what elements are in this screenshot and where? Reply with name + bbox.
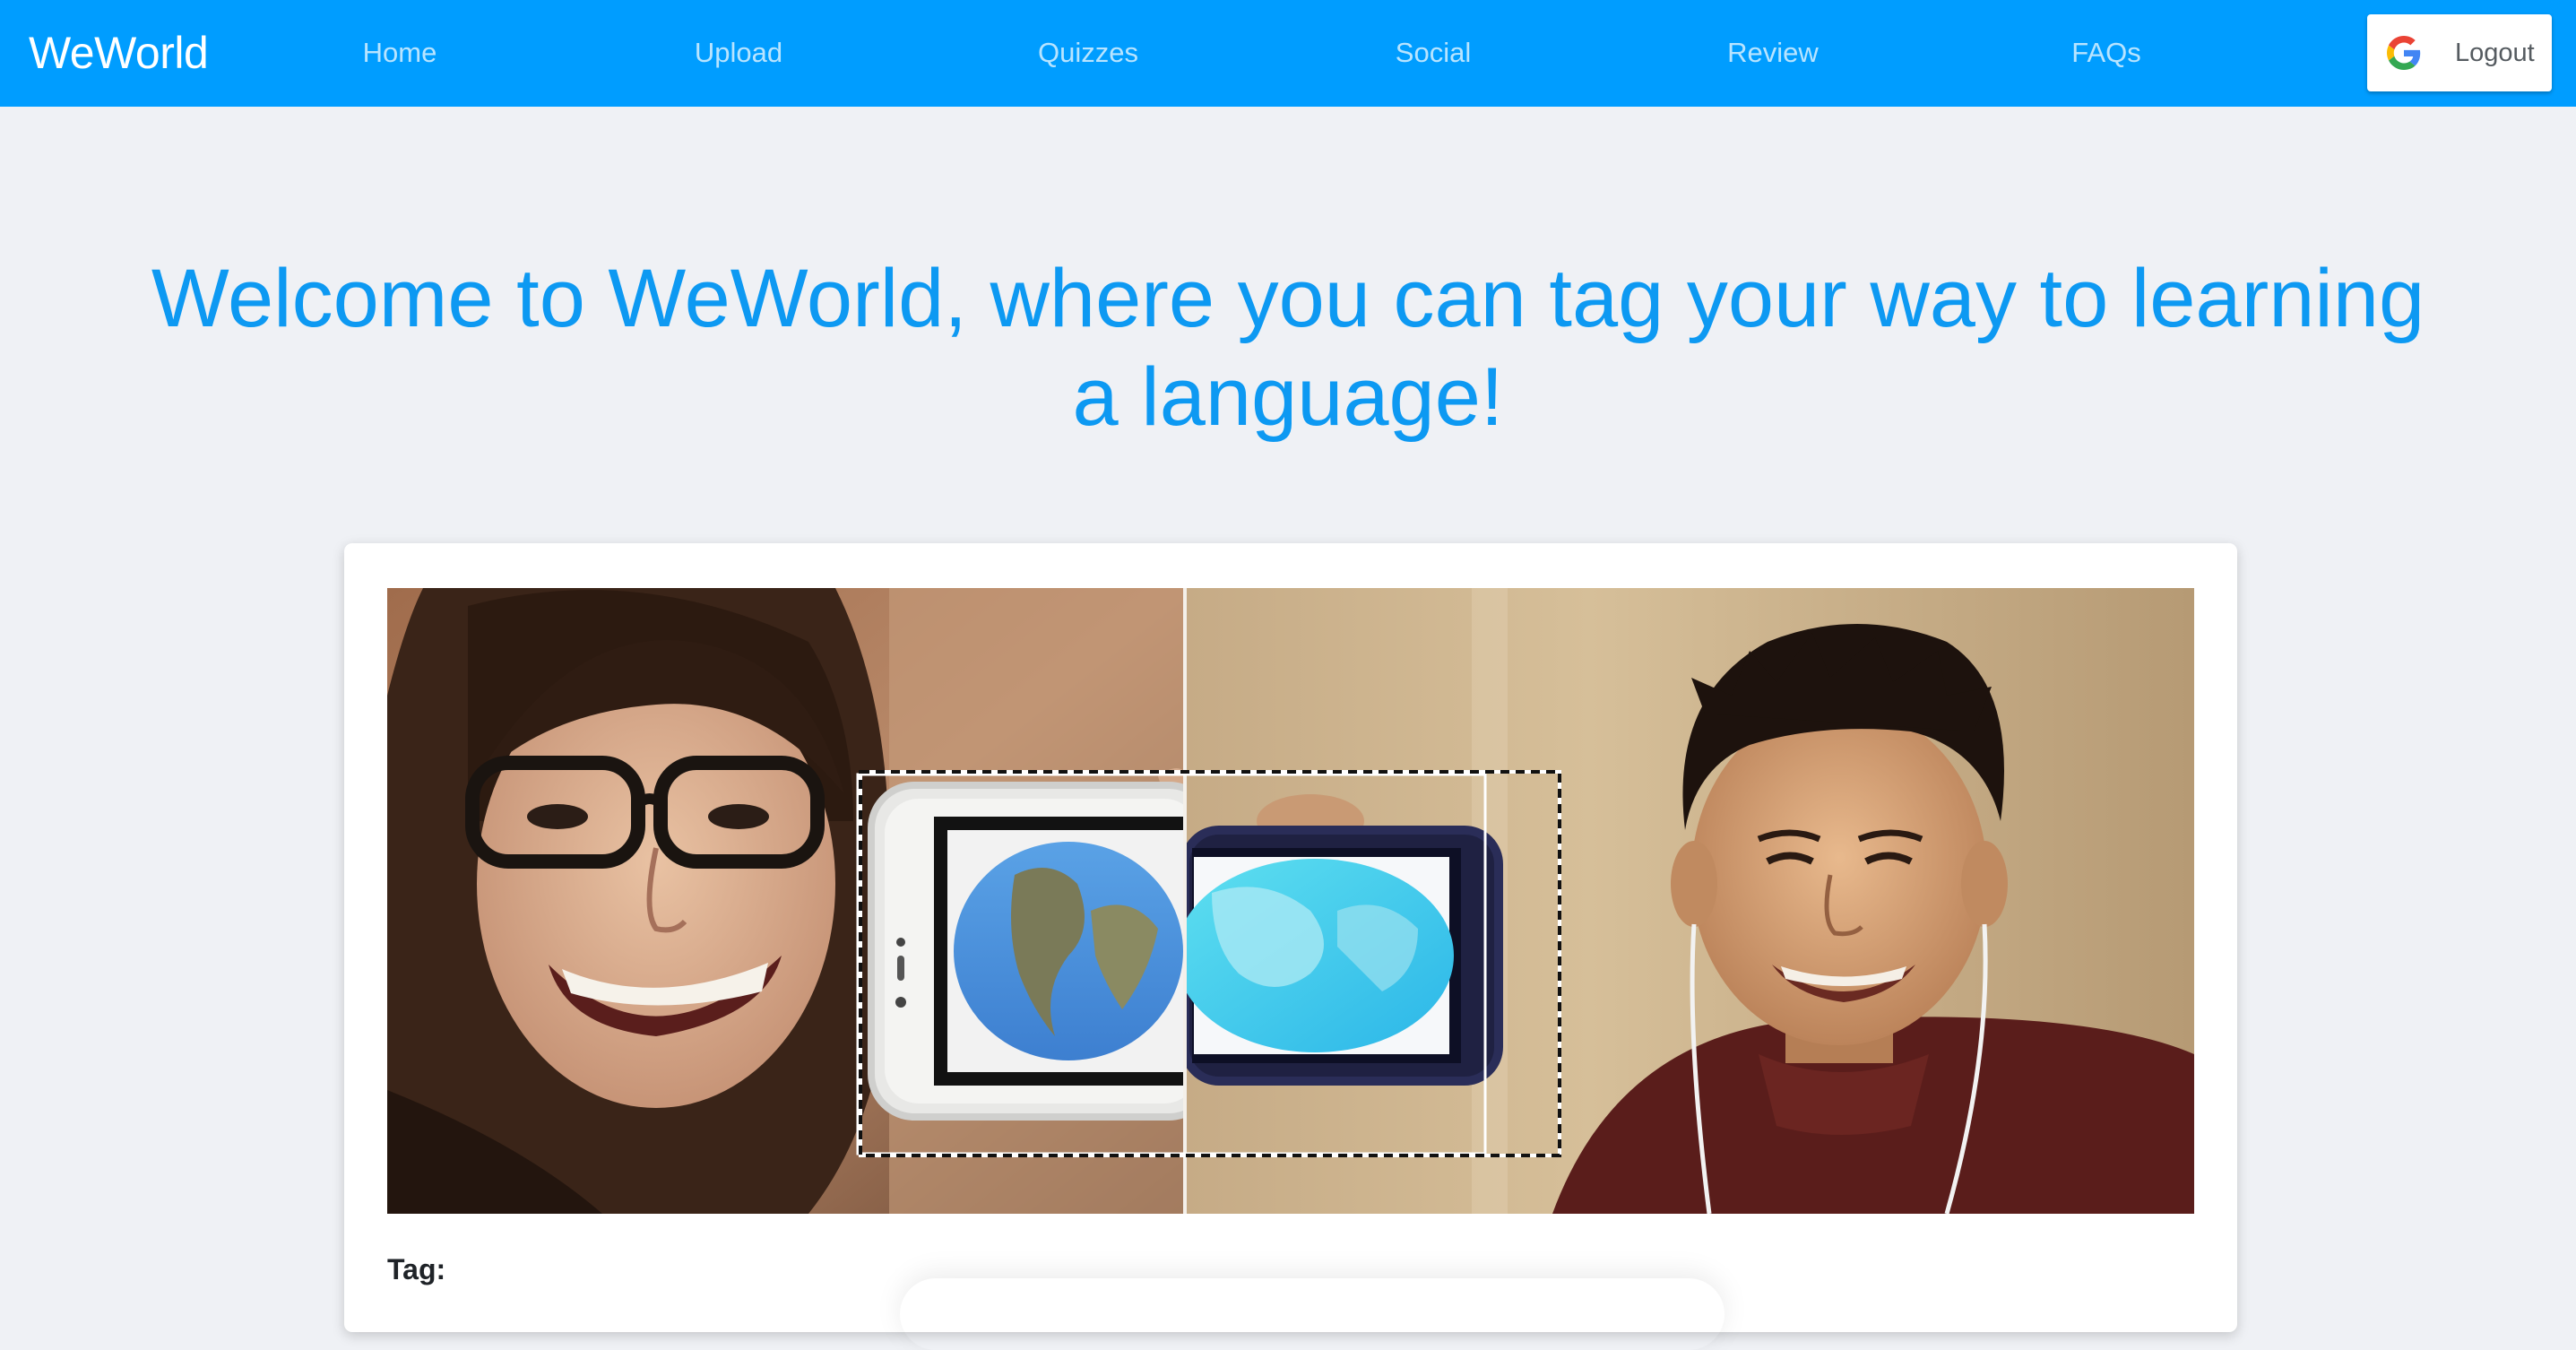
hero-title: Welcome to WeWorld, where you can tag yo… [151, 253, 2425, 443]
tag-label: Tag: [387, 1253, 446, 1285]
nav-upload[interactable]: Upload [695, 34, 782, 72]
nav-review[interactable]: Review [1727, 34, 1819, 72]
tag-input[interactable] [900, 1278, 1725, 1350]
logout-button[interactable]: Logout [2367, 14, 2552, 91]
logout-label: Logout [2455, 39, 2535, 67]
nav-faqs[interactable]: FAQs [2071, 34, 2141, 72]
video-chat-image [387, 588, 2194, 1214]
feature-card: Tag: [344, 543, 2237, 1332]
google-g-icon [2387, 36, 2421, 70]
nav-social[interactable]: Social [1396, 34, 1471, 72]
top-navbar: WeWorld Home Upload Quizzes Social Revie… [0, 0, 2576, 107]
nav-quizzes[interactable]: Quizzes [1038, 34, 1138, 72]
right-phone [1187, 826, 1503, 1086]
brand-logo[interactable]: WeWorld [29, 25, 209, 81]
left-phone [868, 768, 1183, 1121]
nav-home[interactable]: Home [363, 34, 437, 72]
video-chat-illustration [387, 588, 2194, 1214]
